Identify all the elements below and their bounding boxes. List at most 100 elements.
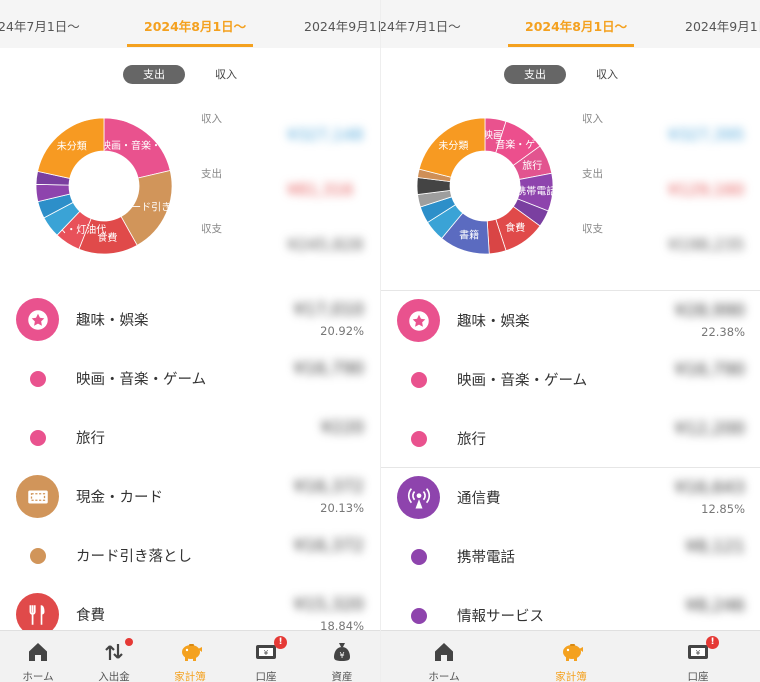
alert-badge: ! bbox=[274, 636, 287, 649]
category-name: 旅行 bbox=[76, 431, 105, 447]
category-percentage: 20.13% bbox=[320, 501, 364, 515]
star-icon bbox=[397, 299, 440, 342]
income-toggle-button[interactable]: 収入 bbox=[193, 65, 259, 84]
category-amount: ¥17,010 bbox=[293, 300, 364, 320]
donut-segment-label: 書籍 bbox=[459, 228, 479, 241]
nav-label: 入出金 bbox=[98, 671, 130, 682]
donut-segment-label: 未分類 bbox=[438, 140, 468, 152]
subcategory-row[interactable]: 旅行 ¥12,200 bbox=[381, 409, 760, 467]
antenna-icon bbox=[397, 476, 440, 519]
color-dot bbox=[30, 430, 46, 446]
bottom-nav: ホーム 入出金 家計簿 ¥ 口座! ¥ 資産 bbox=[0, 630, 380, 682]
category-row[interactable]: 通信費 ¥16,643 12.85% bbox=[381, 468, 760, 526]
category-name: 映画・音楽・ゲーム bbox=[76, 372, 207, 388]
category-amount: ¥16,372 bbox=[293, 536, 364, 556]
category-name: 食費 bbox=[76, 608, 105, 624]
nav-item-piggy-bank[interactable]: 家計簿 bbox=[533, 631, 609, 682]
category-amount: ¥12,200 bbox=[674, 419, 745, 439]
nav-label: 口座 bbox=[687, 671, 709, 682]
subcategory-row[interactable]: カード引き落とし ¥16,372 bbox=[0, 526, 380, 584]
donut-segment-label: 携帯電話 bbox=[516, 184, 555, 197]
svg-text:¥: ¥ bbox=[339, 651, 344, 660]
category-name: 旅行 bbox=[457, 432, 486, 448]
category-amount: ¥8,121 bbox=[685, 537, 745, 557]
nav-item-account[interactable]: ¥ 口座! bbox=[228, 631, 304, 682]
alert-badge: ! bbox=[706, 636, 719, 649]
nav-item-transfer[interactable]: 入出金 bbox=[76, 631, 152, 682]
category-name: 携帯電話 bbox=[457, 550, 515, 566]
category-name: カード引き落とし bbox=[76, 549, 192, 565]
piggy-bank-icon bbox=[559, 640, 583, 664]
color-dot bbox=[411, 372, 427, 388]
category-row[interactable]: 現金・カード ¥16,372 20.13% bbox=[0, 467, 380, 525]
nav-item-home[interactable]: ホーム bbox=[406, 631, 482, 682]
category-row[interactable]: 趣味・娯楽 ¥17,010 20.92% bbox=[0, 290, 380, 348]
notification-dot bbox=[125, 638, 133, 646]
date-tab-next[interactable]: 2024年9月1日 bbox=[304, 16, 380, 35]
nav-item-piggy-bank[interactable]: 家計簿 bbox=[152, 631, 228, 682]
donut-segment-label: 音楽・ゲ bbox=[495, 138, 535, 151]
nav-item-home[interactable]: ホーム bbox=[0, 631, 76, 682]
screen-left: 24年7月1日〜 2024年8月1日〜 2024年9月1日 支出 収入 映画・音… bbox=[0, 0, 380, 682]
nav-item-money-bag[interactable]: ¥ 資産 bbox=[304, 631, 380, 682]
balance-value: ¥245,828 bbox=[287, 235, 364, 254]
balance-label: 収支 bbox=[201, 223, 222, 235]
wallet-icon bbox=[16, 475, 59, 518]
expense-value: ¥81,316 bbox=[287, 180, 354, 199]
nav-label: 家計簿 bbox=[174, 671, 206, 682]
date-tab-next[interactable]: 2024年9月1日 bbox=[685, 16, 760, 35]
home-icon bbox=[432, 640, 456, 664]
category-amount: ¥16,790 bbox=[674, 360, 745, 380]
expense-donut-chart[interactable]: 映画音楽・ゲ旅行携帯電話食費書籍未分類 bbox=[415, 116, 555, 256]
category-amount: ¥16,790 bbox=[293, 359, 364, 379]
nav-label: ホーム bbox=[22, 671, 54, 682]
donut-segment-label: 映画・音楽・ゲ bbox=[101, 139, 171, 152]
color-dot bbox=[30, 371, 46, 387]
star-icon bbox=[16, 298, 59, 341]
transfer-icon bbox=[102, 640, 126, 664]
balance-value: ¥198,235 bbox=[668, 235, 745, 254]
category-amount: ¥8,246 bbox=[685, 596, 745, 616]
income-toggle-button[interactable]: 収入 bbox=[574, 65, 640, 84]
expense-value: ¥129,160 bbox=[668, 180, 745, 199]
subcategory-row[interactable]: 映画・音楽・ゲーム ¥16,790 bbox=[0, 349, 380, 407]
category-amount: ¥16,643 bbox=[674, 478, 745, 498]
category-amount: ¥16,372 bbox=[293, 477, 364, 497]
balance-label: 収支 bbox=[582, 223, 603, 235]
subcategory-row[interactable]: 旅行 ¥220 bbox=[0, 408, 380, 466]
color-dot bbox=[30, 548, 46, 564]
color-dot bbox=[411, 608, 427, 624]
income-value: ¥327,395 bbox=[668, 125, 745, 144]
subcategory-row[interactable]: 映画・音楽・ゲーム ¥16,790 bbox=[381, 350, 760, 408]
date-tab-prev[interactable]: 24年7月1日〜 bbox=[0, 16, 80, 35]
donut-segment-label: 未分類 bbox=[57, 140, 87, 152]
expense-label: 支出 bbox=[582, 168, 603, 180]
piggy-bank-icon bbox=[178, 640, 202, 664]
date-tab-prev[interactable]: 24年7月1日〜 bbox=[381, 16, 461, 35]
nav-item-account[interactable]: ¥ 口座! bbox=[660, 631, 736, 682]
subcategory-row[interactable]: 携帯電話 ¥8,121 bbox=[381, 527, 760, 585]
category-name: 情報サービス bbox=[457, 609, 544, 625]
date-tab-current[interactable]: 2024年8月1日〜 bbox=[525, 16, 627, 35]
date-tabs: 24年7月1日〜 2024年8月1日〜 2024年9月1日 bbox=[0, 0, 380, 48]
date-tab-current[interactable]: 2024年8月1日〜 bbox=[144, 16, 246, 35]
income-label: 収入 bbox=[582, 113, 603, 125]
expense-toggle-button[interactable]: 支出 bbox=[123, 65, 185, 84]
category-row[interactable]: 趣味・娯楽 ¥28,990 22.38% bbox=[381, 291, 760, 349]
income-value: ¥327,148 bbox=[287, 125, 364, 144]
category-name: 趣味・娯楽 bbox=[457, 314, 530, 330]
bottom-nav: ホーム 家計簿 ¥ 口座! bbox=[381, 630, 760, 682]
expense-toggle-button[interactable]: 支出 bbox=[504, 65, 566, 84]
active-tab-indicator bbox=[127, 44, 253, 47]
color-dot bbox=[411, 549, 427, 565]
category-amount: ¥220 bbox=[320, 418, 364, 438]
nav-label: ホーム bbox=[428, 671, 460, 682]
category-name: 映画・音楽・ゲーム bbox=[457, 373, 588, 389]
nav-label: 家計簿 bbox=[555, 671, 587, 682]
donut-segment-label: 食費 bbox=[505, 221, 525, 234]
category-amount: ¥28,990 bbox=[674, 301, 745, 321]
expense-donut-chart[interactable]: 映画・音楽・ゲカード引き落食費ガス・灯油代未分類 bbox=[34, 116, 174, 256]
income-label: 収入 bbox=[201, 113, 222, 125]
category-name: 趣味・娯楽 bbox=[76, 313, 149, 329]
money-bag-icon: ¥ bbox=[330, 640, 354, 664]
